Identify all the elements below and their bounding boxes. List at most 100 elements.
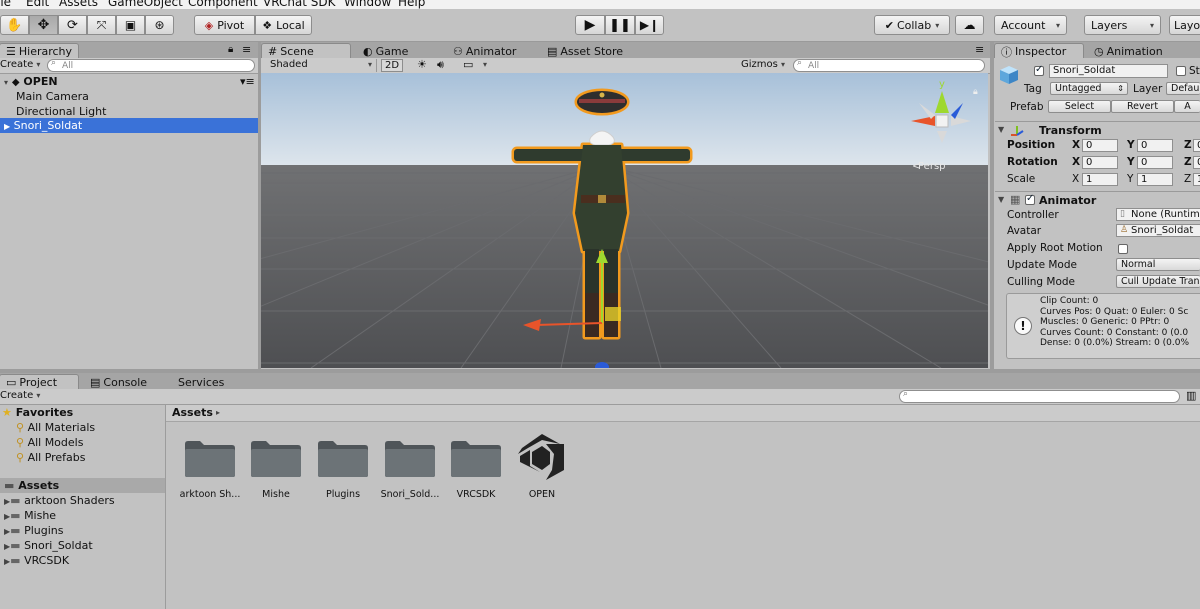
animator-enabled-checkbox[interactable] — [1025, 193, 1035, 205]
folder-icon[interactable] — [184, 438, 236, 478]
tab-services[interactable]: Services — [172, 374, 230, 390]
grid-item-label[interactable]: OPEN — [507, 489, 577, 500]
folder-icon[interactable] — [450, 438, 502, 478]
grid-item-label[interactable]: arktoon Sh... — [175, 489, 245, 500]
scale-x-field[interactable]: 1 — [1082, 173, 1118, 186]
play-button[interactable]: ▶ — [575, 15, 605, 35]
project-search-input[interactable] — [899, 389, 1180, 403]
update-mode-dropdown[interactable]: Normal — [1116, 258, 1200, 271]
chevron-down-icon[interactable]: ▾ — [483, 60, 487, 69]
tab-game[interactable]: ◐ Game — [357, 43, 414, 59]
controller-object-field[interactable]: ▯ None (Runtim — [1116, 208, 1200, 221]
active-checkbox[interactable] — [1034, 64, 1044, 76]
rotate-tool-button[interactable]: ⟳ — [58, 15, 87, 35]
tab-animator[interactable]: ⚇ Animator — [447, 43, 522, 59]
tab-asset-store[interactable]: ▤ Asset Store — [541, 43, 629, 59]
account-dropdown[interactable]: Account ▾ — [994, 15, 1067, 35]
menu-file[interactable]: ile — [0, 0, 11, 9]
shading-dropdown[interactable]: Shaded ▾ — [264, 59, 377, 72]
gizmos-dropdown[interactable]: Gizmos ▾ — [741, 59, 785, 70]
rotation-z-field[interactable]: 0 — [1193, 156, 1200, 169]
avatar-object-field[interactable]: ♙ Snori_Soldat — [1116, 224, 1200, 237]
grid-item-label[interactable]: Mishe — [241, 489, 311, 500]
prefab-revert-button[interactable]: Revert — [1111, 100, 1174, 113]
menu-vrchat-sdk[interactable]: VRChat SDK — [263, 0, 336, 9]
tree-folder-plugins[interactable]: ▶▬ Plugins — [4, 523, 63, 538]
scene-canvas[interactable]: y 🔒︎ Persp < — [261, 73, 988, 368]
lock-icon[interactable]: 🔒︎ — [973, 87, 978, 97]
folder-icon[interactable] — [250, 438, 302, 478]
rect-tool-button[interactable]: ▣ — [116, 15, 145, 35]
assets-root-row[interactable]: ▬ Assets — [0, 478, 165, 493]
effects-icon[interactable]: ▭ — [463, 58, 473, 71]
scene-search-input[interactable]: All — [793, 58, 985, 72]
scene-menu-icon[interactable]: ▾≡ — [240, 74, 255, 89]
menu-assets[interactable]: Assets — [59, 0, 98, 9]
menu-edit[interactable]: Edit — [26, 0, 49, 9]
cloud-button[interactable]: ☁ — [955, 15, 984, 35]
tree-folder-vrcsdk[interactable]: ▶▬ VRCSDK — [4, 553, 69, 568]
panel-menu-icon[interactable]: ≡ — [975, 43, 984, 56]
hand-tool-button[interactable]: ✋ — [0, 15, 29, 35]
audio-icon[interactable]: 🔊︎ — [437, 58, 444, 72]
tab-hierarchy[interactable]: ☰ Hierarchy — [0, 43, 79, 59]
apply-root-motion-checkbox[interactable] — [1118, 244, 1128, 254]
prefab-apply-button[interactable]: A — [1174, 100, 1200, 113]
pause-button[interactable]: ❚❚ — [605, 15, 635, 35]
lock-icon[interactable]: 🔒︎ — [228, 44, 233, 55]
hierarchy-search-input[interactable]: All — [47, 58, 255, 72]
rotation-x-field[interactable]: 0 — [1082, 156, 1118, 169]
tree-folder-snori-soldat[interactable]: ▶▬ Snori_Soldat — [4, 538, 93, 553]
foldout-down-icon[interactable]: ▼ — [998, 195, 1004, 204]
grid-item-label[interactable]: VRCSDK — [441, 489, 511, 500]
panel-menu-icon[interactable]: ≡ — [242, 43, 251, 56]
animator-header[interactable]: ▼ ▦ Animator — [995, 191, 1200, 207]
grid-item-label[interactable]: Plugins — [308, 489, 378, 500]
light-icon[interactable]: ☀ — [417, 58, 427, 71]
object-name-field[interactable]: Snori_Soldat — [1049, 64, 1168, 78]
breadcrumb-assets[interactable]: Assets — [172, 406, 213, 419]
foldout-down-icon[interactable]: ▼ — [998, 125, 1004, 134]
hierarchy-item-main-camera[interactable]: Main Camera — [0, 89, 258, 104]
tab-scene[interactable]: # Scene — [261, 43, 351, 59]
folder-icon[interactable] — [317, 438, 369, 478]
transform-header[interactable]: ▼ Transform — [995, 121, 1200, 137]
tree-folder-arktoon[interactable]: ▶▬ arktoon Shaders — [4, 493, 115, 508]
menu-component[interactable]: Component — [188, 0, 258, 9]
grid-item-label[interactable]: Snori_Sold... — [375, 489, 445, 500]
scale-y-field[interactable]: 1 — [1137, 173, 1173, 186]
hierarchy-item-directional-light[interactable]: Directional Light — [0, 104, 258, 119]
favorite-all-models[interactable]: ⚲ All Models — [16, 435, 83, 450]
transform-tool-button[interactable]: ⊛ — [145, 15, 174, 35]
prefab-select-button[interactable]: Select — [1048, 100, 1111, 113]
tag-dropdown[interactable]: Untagged ⇕ — [1050, 82, 1128, 95]
scene-header-row[interactable]: ▾ ◆ OPEN ▾≡ — [0, 74, 258, 89]
hierarchy-create-dropdown[interactable]: Create ▾ — [0, 59, 40, 70]
filter-icon[interactable]: ▥ — [1186, 389, 1196, 402]
pivot-toggle[interactable]: ◈ Pivot — [194, 15, 255, 35]
layout-dropdown[interactable]: Layo — [1169, 15, 1200, 35]
favorites-row[interactable]: ★ Favorites — [2, 405, 73, 420]
tree-folder-mishe[interactable]: ▶▬ Mishe — [4, 508, 56, 523]
menu-gameobject[interactable]: GameObject — [108, 0, 183, 9]
scale-z-field[interactable]: 1 — [1193, 173, 1200, 186]
project-create-dropdown[interactable]: Create ▾ — [0, 390, 40, 401]
position-y-field[interactable]: 0 — [1137, 139, 1173, 152]
persp-label[interactable]: Persp — [918, 161, 946, 172]
tab-console[interactable]: ▤ Console — [84, 374, 153, 390]
tab-animation[interactable]: ◷ Animation — [1088, 43, 1169, 59]
chevron-right-icon[interactable]: ▶ — [4, 122, 10, 131]
static-checkbox[interactable] — [1176, 66, 1186, 76]
culling-mode-dropdown[interactable]: Cull Update Tran — [1116, 275, 1200, 288]
scale-tool-button[interactable]: ⤧ — [87, 15, 116, 35]
move-tool-button[interactable]: ✥ — [29, 15, 58, 35]
local-toggle[interactable]: ❖ Local — [255, 15, 312, 35]
position-z-field[interactable]: 0 — [1193, 139, 1200, 152]
menu-window[interactable]: Window — [344, 0, 391, 9]
favorite-all-materials[interactable]: ⚲ All Materials — [16, 420, 95, 435]
2d-toggle[interactable]: 2D — [381, 59, 403, 72]
favorite-all-prefabs[interactable]: ⚲ All Prefabs — [16, 450, 86, 465]
collab-dropdown[interactable]: ✔ Collab ▾ — [874, 15, 950, 35]
tab-project[interactable]: ▭ Project — [0, 374, 79, 390]
unity-scene-icon[interactable] — [516, 432, 568, 482]
